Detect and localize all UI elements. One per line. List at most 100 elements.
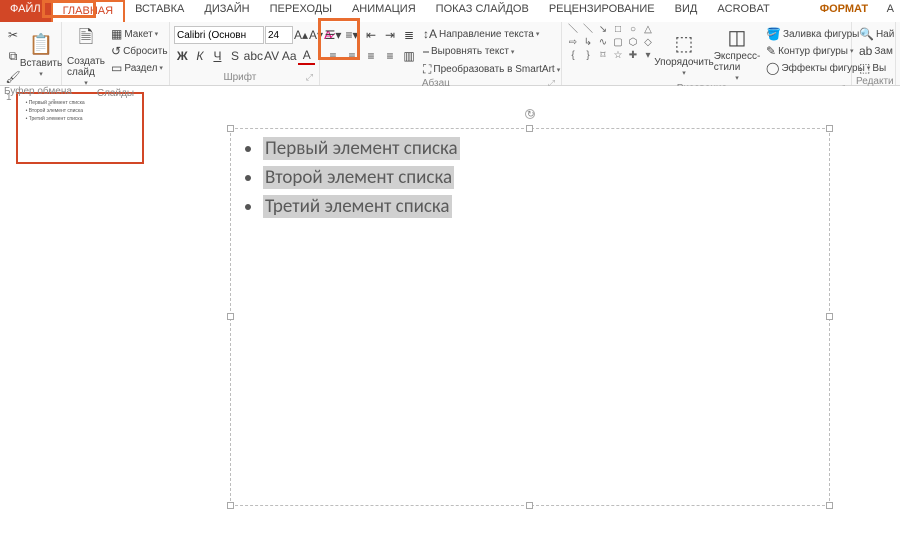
align-text-button[interactable]: ⎯Выровнять текст▾ bbox=[420, 43, 563, 60]
shape-conn-icon[interactable]: ↳ bbox=[581, 37, 595, 49]
rotate-handle[interactable] bbox=[525, 109, 535, 119]
shape-oval-icon[interactable]: ○ bbox=[626, 24, 640, 36]
replace-button[interactable]: abЗам bbox=[856, 43, 891, 59]
align-center-icon[interactable]: ≡ bbox=[343, 47, 361, 65]
list-item[interactable]: Первый элемент списка bbox=[245, 137, 815, 160]
underline-icon[interactable]: Ч bbox=[209, 47, 226, 65]
resize-handle[interactable] bbox=[227, 313, 234, 320]
resize-handle[interactable] bbox=[227, 502, 234, 509]
resize-handle[interactable] bbox=[526, 125, 533, 132]
slide-thumbnails-panel: 1 Первый элемент списка Второй элемент с… bbox=[0, 86, 150, 537]
shape-more-icon[interactable]: ▾ bbox=[641, 50, 655, 62]
shape-diamond-icon[interactable]: ◇ bbox=[641, 37, 655, 49]
quick-styles-label: Экспресс- стили bbox=[714, 51, 761, 73]
tab-insert[interactable]: ВСТАВКА bbox=[125, 0, 194, 22]
list-item[interactable]: Третий элемент списка bbox=[245, 195, 815, 218]
italic-icon[interactable]: К bbox=[192, 47, 209, 65]
effects-icon: ◯ bbox=[766, 61, 779, 75]
find-icon: 🔍 bbox=[859, 27, 874, 41]
section-icon: ▭ bbox=[111, 61, 122, 75]
columns-icon[interactable]: ▥ bbox=[400, 47, 418, 65]
align-right-icon[interactable]: ≡ bbox=[362, 47, 380, 65]
reset-button[interactable]: ↺Сбросить bbox=[108, 43, 171, 59]
shape-tri-icon[interactable]: △ bbox=[641, 24, 655, 36]
dialog-launcher-icon[interactable]: ⤢ bbox=[48, 97, 55, 108]
align-text-icon: ⎯ bbox=[423, 44, 429, 59]
line-spacing-icon[interactable]: ≣ bbox=[400, 26, 418, 44]
resize-handle[interactable] bbox=[526, 502, 533, 509]
shapes-gallery[interactable]: ＼＼↘□○△ ⇨↳∿▢⬡◇ {}⌑☆✚▾ bbox=[566, 24, 655, 83]
shape-callout-icon[interactable]: ⌑ bbox=[596, 50, 610, 62]
dialog-launcher-icon[interactable]: ⤢ bbox=[306, 72, 313, 83]
font-size-combo[interactable] bbox=[265, 26, 293, 44]
justify-icon[interactable]: ≡ bbox=[381, 47, 399, 65]
shape-line-icon[interactable]: ＼ bbox=[566, 24, 580, 36]
shape-hex-icon[interactable]: ⬡ bbox=[626, 37, 640, 49]
tab-format[interactable]: ФОРМАТ bbox=[810, 0, 878, 22]
paste-button[interactable]: 📋 Вставить ▾ bbox=[20, 24, 62, 86]
spacing-icon[interactable]: AV bbox=[263, 47, 280, 65]
chevron-down-icon: ▾ bbox=[682, 69, 686, 77]
new-slide-button[interactable]: 🗎 Создать слайд ▾ bbox=[66, 24, 106, 88]
replace-icon: ab bbox=[859, 44, 872, 58]
shape-round-icon[interactable]: ▢ bbox=[611, 37, 625, 49]
slide: Первый элемент списка Второй элемент спи… bbox=[168, 112, 848, 522]
layout-button[interactable]: ▦Макет▾ bbox=[108, 26, 171, 42]
font-name-combo[interactable] bbox=[174, 26, 264, 44]
quick-styles-button[interactable]: ◫ Экспресс- стили ▾ bbox=[713, 24, 761, 83]
shape-brace2-icon[interactable]: } bbox=[581, 50, 595, 62]
tab-file[interactable]: ФАЙЛ bbox=[0, 0, 51, 22]
increase-indent-icon[interactable]: ⇥ bbox=[381, 26, 399, 44]
shadow-icon[interactable]: abc bbox=[244, 47, 262, 65]
paste-label: Вставить bbox=[20, 58, 62, 69]
tab-acrobat[interactable]: ACROBAT bbox=[707, 0, 779, 22]
find-button[interactable]: 🔍Най bbox=[856, 26, 891, 42]
select-button[interactable]: ⬚Вы bbox=[856, 60, 891, 76]
numbering-icon[interactable]: ≡▾ bbox=[343, 26, 361, 44]
section-button[interactable]: ▭Раздел▾ bbox=[108, 60, 171, 76]
grow-font-icon[interactable]: A▴ bbox=[294, 26, 308, 44]
new-slide-icon: 🗎 bbox=[79, 25, 93, 55]
thumb-line: Третий элемент списка bbox=[26, 116, 134, 122]
bullets-icon[interactable]: ☰▾ bbox=[324, 26, 342, 44]
resize-handle[interactable] bbox=[826, 313, 833, 320]
new-slide-label: Создать слайд bbox=[67, 56, 105, 78]
resize-handle[interactable] bbox=[227, 125, 234, 132]
smartart-button[interactable]: ⛶Преобразовать в SmartArt▾ bbox=[420, 61, 563, 78]
clipboard-icon: 📋 bbox=[29, 32, 54, 57]
font-color-icon[interactable]: A bbox=[298, 47, 315, 65]
tab-slideshow[interactable]: ПОКАЗ СЛАЙДОВ bbox=[426, 0, 539, 22]
shape-star-icon[interactable]: ☆ bbox=[611, 50, 625, 62]
tab-home[interactable]: ГЛАВНАЯ bbox=[51, 0, 125, 22]
shape-rect-icon[interactable]: □ bbox=[611, 24, 625, 36]
shape-brace-icon[interactable]: { bbox=[566, 50, 580, 62]
list-item-text: Третий элемент списка bbox=[263, 195, 452, 218]
tab-animations[interactable]: АНИМАЦИЯ bbox=[342, 0, 426, 22]
list-item[interactable]: Второй элемент списка bbox=[245, 166, 815, 189]
strike-icon[interactable]: S bbox=[227, 47, 244, 65]
select-icon: ⬚ bbox=[859, 61, 870, 75]
align-left-icon[interactable]: ≡ bbox=[324, 47, 342, 65]
resize-handle[interactable] bbox=[826, 502, 833, 509]
resize-handle[interactable] bbox=[826, 125, 833, 132]
shape-line2-icon[interactable]: ＼ bbox=[581, 24, 595, 36]
clipboard-group-label: Буфер обмена bbox=[4, 86, 72, 97]
arrange-label: Упорядочить bbox=[654, 57, 714, 68]
tab-transitions[interactable]: ПЕРЕХОДЫ bbox=[260, 0, 342, 22]
content-textbox[interactable]: Первый элемент списка Второй элемент спи… bbox=[230, 128, 830, 506]
shape-arrow-icon[interactable]: ↘ bbox=[596, 24, 610, 36]
shape-plus-icon[interactable]: ✚ bbox=[626, 50, 640, 62]
tab-design[interactable]: ДИЗАЙН bbox=[194, 0, 259, 22]
text-direction-icon: ↕A bbox=[423, 27, 437, 41]
tab-review[interactable]: РЕЦЕНЗИРОВАНИЕ bbox=[539, 0, 665, 22]
slide-canvas[interactable]: Первый элемент списка Второй элемент спи… bbox=[150, 86, 900, 537]
case-icon[interactable]: Aa bbox=[281, 47, 298, 65]
shape-arrow2-icon[interactable]: ⇨ bbox=[566, 37, 580, 49]
text-direction-button[interactable]: ↕AНаправление текста▾ bbox=[420, 26, 563, 42]
tab-view[interactable]: ВИД bbox=[665, 0, 708, 22]
arrange-button[interactable]: ⬚ Упорядочить ▾ bbox=[657, 24, 711, 83]
bucket-icon: 🪣 bbox=[766, 27, 781, 41]
shape-curve-icon[interactable]: ∿ bbox=[596, 37, 610, 49]
bold-icon[interactable]: Ж bbox=[174, 47, 191, 65]
decrease-indent-icon[interactable]: ⇤ bbox=[362, 26, 380, 44]
